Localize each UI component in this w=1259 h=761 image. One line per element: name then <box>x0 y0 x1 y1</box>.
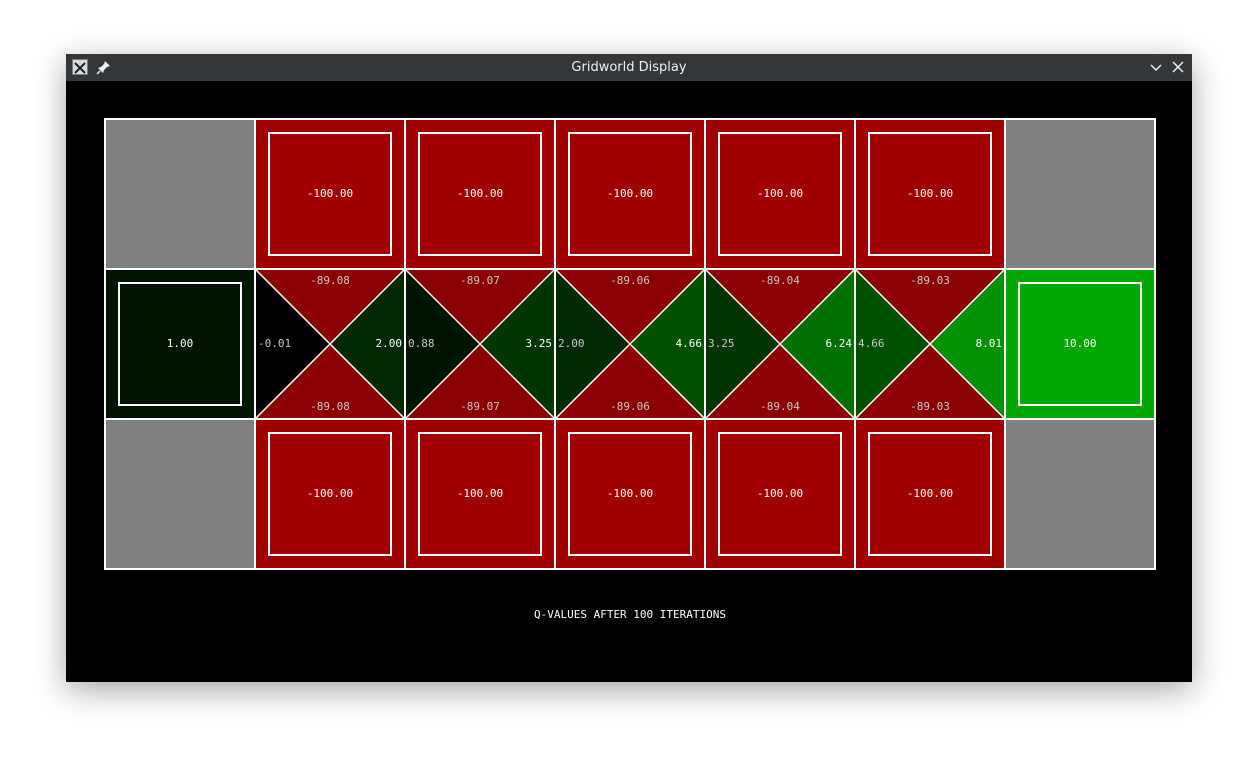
q-value-north: -89.03 <box>910 274 950 287</box>
canvas-area: -100.00 -100.00 -100.00 -100.00 -100.00 1.00 -… <box>68 82 1192 680</box>
terminal-value: -100.00 <box>607 187 653 200</box>
q-value-east: 8.01 <box>976 337 1003 350</box>
gridworld-canvas: -100.00 -100.00 -100.00 -100.00 -100.00 1.00 -… <box>104 118 1156 621</box>
terminal-value: -100.00 <box>457 487 503 500</box>
q-value-north: -89.07 <box>460 274 500 287</box>
terminal-value: 1.00 <box>167 337 194 350</box>
terminal-value: -100.00 <box>457 187 503 200</box>
grid: -100.00 -100.00 -100.00 -100.00 -100.00 1.00 -… <box>104 118 1156 570</box>
window-title: Gridworld Display <box>571 60 687 75</box>
q-value-south: -89.08 <box>310 400 350 413</box>
terminal-value: -100.00 <box>307 487 353 500</box>
q-value-south: -89.03 <box>910 400 950 413</box>
terminal-value: -100.00 <box>757 487 803 500</box>
q-value-north: -89.04 <box>760 274 800 287</box>
terminal-value: -100.00 <box>307 187 353 200</box>
q-value-south: -89.06 <box>610 400 650 413</box>
gridworld-window: Gridworld Display -100.00 -100.00 -100.00-… <box>66 54 1192 682</box>
q-value-north: -89.06 <box>610 274 650 287</box>
q-value-west: -0.01 <box>258 337 291 350</box>
terminal-value: -100.00 <box>907 187 953 200</box>
q-value-north: -89.08 <box>310 274 350 287</box>
terminal-value: 10.00 <box>1063 337 1096 350</box>
terminal-value: -100.00 <box>757 187 803 200</box>
status-text: Q-VALUES AFTER 100 ITERATIONS <box>534 608 726 621</box>
wall-cell <box>1005 119 1155 269</box>
q-value-east: 2.00 <box>376 337 403 350</box>
terminal-value: -100.00 <box>907 487 953 500</box>
wall-cell <box>105 419 255 569</box>
wall-cell <box>105 119 255 269</box>
q-value-west: 0.88 <box>408 337 435 350</box>
q-value-south: -89.04 <box>760 400 800 413</box>
wall-cell <box>1005 419 1155 569</box>
q-value-east: 3.25 <box>526 337 553 350</box>
q-value-west: 2.00 <box>558 337 585 350</box>
title-bar[interactable]: Gridworld Display <box>66 54 1192 81</box>
q-value-south: -89.07 <box>460 400 500 413</box>
q-value-west: 3.25 <box>708 337 735 350</box>
close-icon[interactable] <box>1170 59 1186 75</box>
q-value-east: 4.66 <box>676 337 703 350</box>
chevron-down-icon[interactable] <box>1148 59 1164 75</box>
q-value-east: 6.24 <box>826 337 853 350</box>
terminal-value: -100.00 <box>607 487 653 500</box>
q-value-west: 4.66 <box>858 337 885 350</box>
